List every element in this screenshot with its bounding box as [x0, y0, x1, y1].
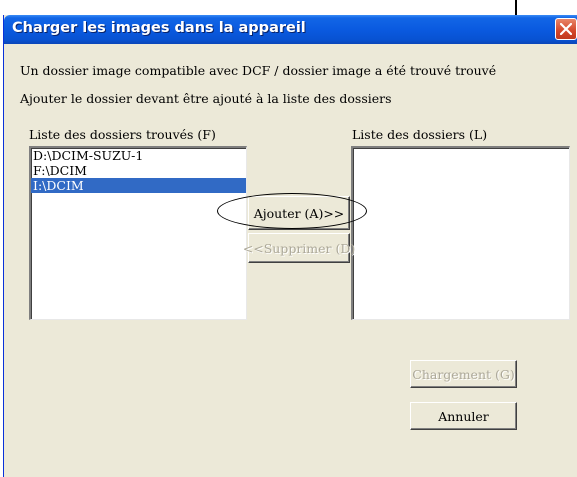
info-message: Un dossier image compatible avec DCF / d… — [20, 63, 497, 78]
remove-button[interactable]: <<Supprimer (D) — [243, 233, 355, 263]
cancel-button[interactable]: Annuler — [410, 402, 517, 430]
folder-listbox[interactable] — [351, 146, 570, 320]
list-item-selected[interactable]: I:\DCIM — [31, 178, 246, 193]
add-button[interactable]: Ajouter (A)>> — [248, 196, 350, 230]
list-item[interactable]: F:\DCIM — [31, 163, 246, 178]
folder-list-label: Liste des dossiers (L) — [352, 127, 488, 142]
window-title: Charger les images dans la appareil — [12, 20, 306, 36]
found-folders-listbox[interactable]: D:\DCIM-SUZU-1 F:\DCIM I:\DCIM — [29, 146, 247, 320]
instruction-message: Ajouter le dossier devant être ajouté à … — [20, 91, 392, 106]
found-folders-label: Liste des dossiers trouvés (F) — [29, 127, 216, 142]
close-button[interactable] — [555, 18, 577, 40]
list-item[interactable]: D:\DCIM-SUZU-1 — [31, 148, 246, 163]
load-button[interactable]: Chargement (G) — [410, 360, 517, 388]
close-icon — [560, 23, 572, 35]
dialog-window: Charger les images dans la appareil Un d… — [3, 15, 577, 477]
title-bar[interactable]: Charger les images dans la appareil — [4, 15, 577, 44]
